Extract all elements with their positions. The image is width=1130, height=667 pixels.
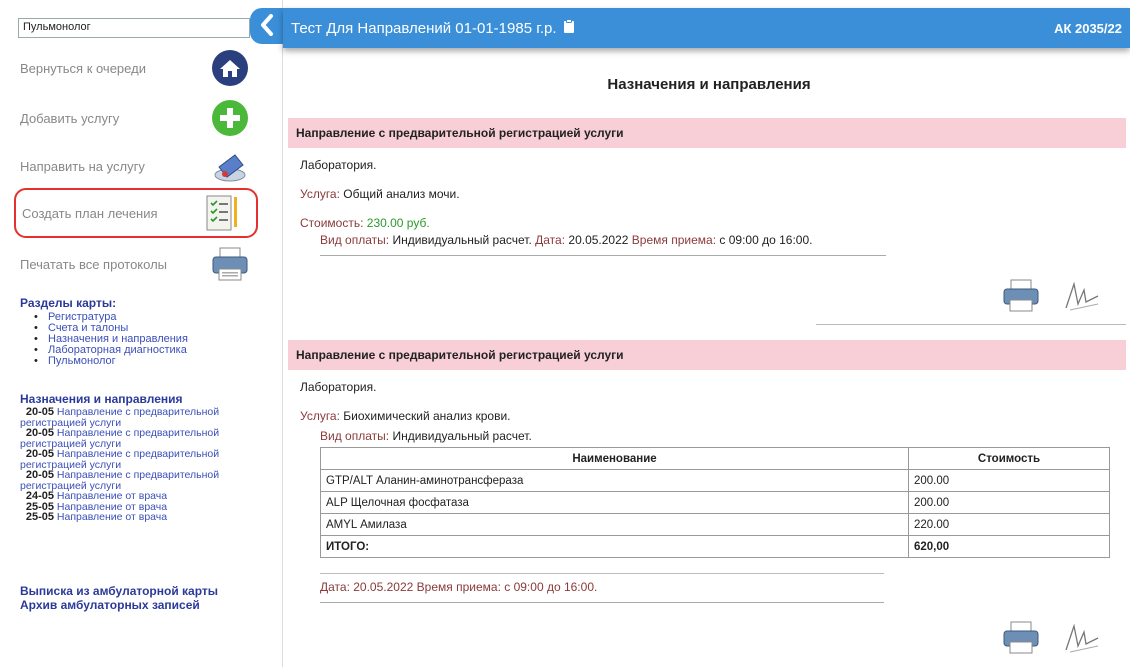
history-entry[interactable]: 20-05 Направление с предварительной реги… <box>20 407 272 428</box>
date-label: Дата: <box>320 580 350 594</box>
table-row: ALP Щелочная фосфатаза 200.00 <box>320 491 1110 514</box>
payment-line: Вид оплаты: Индивидуальный расчет. Дата:… <box>320 233 886 256</box>
service-name: Биохимический анализ крови. <box>343 409 511 423</box>
column-header-cost: Стоимость <box>908 447 1110 470</box>
back-to-queue-label: Вернуться к очереди <box>20 60 146 76</box>
printer-icon[interactable] <box>210 244 250 284</box>
cost-label: Стоимость: <box>300 216 364 230</box>
divider <box>320 573 884 574</box>
history-list: 20-05 Направление с предварительной реги… <box>20 407 272 523</box>
extract-link[interactable]: Выписка из амбулаторной карты <box>20 584 218 598</box>
specialty-select[interactable]: Пульмонолог <box>18 18 250 38</box>
patient-name: Тест Для Направлений 01-01-1985 г.р. <box>291 19 557 37</box>
page-title: Назначения и направления <box>607 76 811 93</box>
payment-label: Вид оплаты: <box>320 429 390 443</box>
service-cost-cell: 220.00 <box>908 513 1110 536</box>
total-label: ИТОГО: <box>320 535 909 558</box>
history-entry[interactable]: 25-05 Направление от врача <box>20 512 272 523</box>
date-value: 20.05.2022 <box>353 580 414 594</box>
payment-value: Индивидуальный расчет. <box>392 429 532 443</box>
history-entry[interactable]: 20-05 Направление с предварительной реги… <box>20 449 272 470</box>
history-title: Назначения и направления <box>20 392 183 406</box>
time-value: с 09:00 до 16:00. <box>719 233 813 247</box>
direct-to-service-label: Направить на услугу <box>20 158 145 174</box>
department: Лаборатория. <box>300 158 377 172</box>
card-number: АК 2035/22 <box>1054 20 1122 36</box>
service-name-cell: GTP/ALT Аланин-аминотрансфераза <box>320 469 909 492</box>
print-referral-button[interactable] <box>998 274 1044 320</box>
cost-value: 230.00 руб. <box>366 216 430 230</box>
table-total-row: ИТОГО: 620,00 <box>320 535 1110 558</box>
service-line: Услуга: Биохимический анализ крови. <box>300 409 511 423</box>
direct-to-service-button[interactable]: Направить на услугу <box>20 144 250 188</box>
printer-icon <box>1001 620 1041 659</box>
checklist-icon[interactable] <box>202 193 242 233</box>
service-name-cell: ALP Щелочная фосфатаза <box>320 491 909 514</box>
time-value: с 09:00 до 16:00. <box>504 580 598 594</box>
plus-icon[interactable] <box>210 98 250 138</box>
referral-icon[interactable] <box>210 146 250 186</box>
print-all-protocols-label: Печатать все протоколы <box>20 256 168 272</box>
add-service-button[interactable]: Добавить услугу <box>20 96 250 140</box>
date-label: Дата: <box>535 233 566 247</box>
service-label: Услуга: <box>300 409 340 423</box>
sign-referral-button[interactable] <box>1058 274 1104 320</box>
create-treatment-plan-button[interactable]: Создать план лечения <box>14 188 258 238</box>
section-link[interactable]: Пульмонолог <box>34 356 188 368</box>
date-line: Дата: 20.05.2022 Время приема: с 09:00 д… <box>320 580 884 603</box>
payment-label: Вид оплаты: <box>320 233 390 247</box>
card-sections-list: Регистратура Счета и талоны Назначения и… <box>34 312 188 368</box>
history-entry[interactable]: 20-05 Направление с предварительной реги… <box>20 470 272 491</box>
total-value: 620,00 <box>908 535 1110 558</box>
service-label: Услуга: <box>300 187 340 201</box>
services-table: Наименование Стоимость GTP/ALT Аланин-ам… <box>320 447 1110 558</box>
card-sections-title: Разделы карты: <box>20 296 117 310</box>
printer-icon <box>1001 278 1041 317</box>
signature-icon <box>1060 278 1102 317</box>
cost-line: Стоимость: 230.00 руб. <box>300 216 430 230</box>
history-entry[interactable]: 20-05 Направление с предварительной реги… <box>20 428 272 449</box>
service-cost-cell: 200.00 <box>908 491 1110 514</box>
table-row: AMYL Амилаза 220.00 <box>320 513 1110 536</box>
department: Лаборатория. <box>300 380 377 394</box>
payment-line: Вид оплаты: Индивидуальный расчет. <box>320 429 532 443</box>
chevron-left-icon <box>259 13 275 39</box>
table-header-row: Наименование Стоимость <box>320 447 1110 470</box>
home-icon[interactable] <box>210 48 250 88</box>
service-name: Общий анализ мочи. <box>343 187 460 201</box>
create-treatment-plan-label: Создать план лечения <box>22 205 158 221</box>
main-content: Назначения и направления Направление с п… <box>288 60 1130 667</box>
service-cost-cell: 200.00 <box>908 469 1110 492</box>
history-text: Направление от врача <box>56 511 168 523</box>
clipboard-icon[interactable] <box>563 18 575 38</box>
payment-value: Индивидуальный расчет. <box>392 233 532 247</box>
sidebar: Пульмонолог Вернуться к очереди Добавить… <box>0 0 283 667</box>
patient-header: Тест Для Направлений 01-01-1985 г.р. АК … <box>283 8 1130 48</box>
print-referral-button[interactable] <box>998 616 1044 662</box>
collapse-sidebar-button[interactable] <box>250 8 284 44</box>
print-all-protocols-button[interactable]: Печатать все протоколы <box>20 242 250 286</box>
table-row: GTP/ALT Аланин-аминотрансфераза 200.00 <box>320 469 1110 492</box>
referral-block-heading: Направление с предварительной регистраци… <box>288 118 1126 148</box>
signature-icon <box>1060 620 1102 659</box>
divider <box>816 324 1126 325</box>
column-header-name: Наименование <box>320 447 909 470</box>
date-value: 20.05.2022 <box>568 233 629 247</box>
back-to-queue-button[interactable]: Вернуться к очереди <box>20 46 250 90</box>
service-line: Услуга: Общий анализ мочи. <box>300 187 460 201</box>
add-service-label: Добавить услугу <box>20 110 120 126</box>
sign-referral-button[interactable] <box>1058 616 1104 662</box>
referral-block-heading: Направление с предварительной регистраци… <box>288 340 1126 370</box>
history-date: 25-05 <box>25 511 54 523</box>
service-name-cell: AMYL Амилаза <box>320 513 909 536</box>
time-label: Время приема: <box>416 580 501 594</box>
time-label: Время приема: <box>631 233 717 247</box>
archive-link[interactable]: Архив амбулаторных записей <box>20 598 200 612</box>
